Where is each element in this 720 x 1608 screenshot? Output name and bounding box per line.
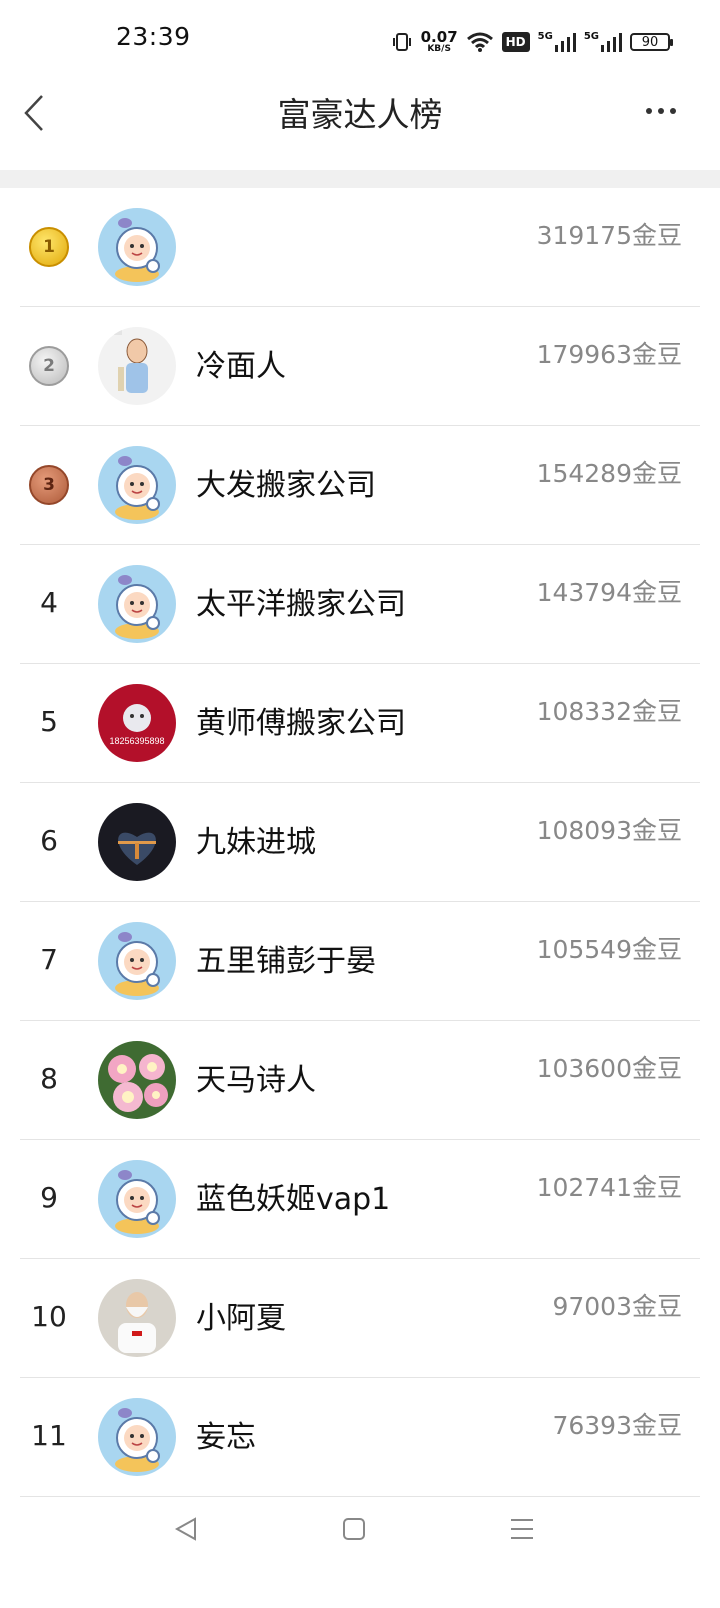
gold-bean-score: 154289金豆 <box>536 459 682 488</box>
rank-number: 7 <box>40 943 58 976</box>
gold-bean-score: 179963金豆 <box>536 340 682 369</box>
menu-lines-icon <box>511 1519 533 1539</box>
battery-level: 90 <box>641 34 659 50</box>
rank-number: 8 <box>40 1062 58 1095</box>
user-name: 黄师傅搬家公司 <box>196 706 406 741</box>
signal-label: 5G <box>537 31 553 42</box>
leaderboard-row[interactable]: 6 九妹进城 108093金豆 <box>0 783 720 902</box>
user-name: 妄忘 <box>196 1420 256 1455</box>
gold-bean-score: 319175金豆 <box>536 221 682 250</box>
avatar[interactable] <box>98 446 176 524</box>
nav-home-button[interactable] <box>331 1506 377 1552</box>
status-time: 23:39 <box>116 22 191 51</box>
gold-bean-score: 76393金豆 <box>552 1411 682 1440</box>
rank-number: 10 <box>31 1300 67 1333</box>
rank-number: 4 <box>40 586 58 619</box>
user-name: 冷面人 <box>196 349 286 384</box>
net-speed: 0.07 KB/S <box>421 30 458 54</box>
avatar[interactable] <box>98 1398 176 1476</box>
more-dots-icon <box>646 108 652 114</box>
nav-back-button[interactable] <box>163 1506 209 1552</box>
header-bar: 富豪达人榜 <box>0 80 720 170</box>
svg-text:18256395898: 18256395898 <box>109 736 164 746</box>
leaderboard-row[interactable]: 3 大发搬家公司 154289金豆 <box>0 426 720 545</box>
more-dots-icon <box>670 108 676 114</box>
signal-icon: 5G <box>584 31 622 53</box>
rank-number: 9 <box>40 1181 58 1214</box>
avatar[interactable] <box>98 922 176 1000</box>
status-icons: 0.07 KB/S HD 5G 5G 90 <box>391 24 673 60</box>
leaderboard-list: 1 319175金豆 2 冷面人 179963金豆 3 大发搬家公司 154289金豆 4 太平洋… <box>0 188 720 1497</box>
net-speed-unit: KB/S <box>427 44 451 54</box>
user-name: 五里铺彭于晏 <box>196 944 376 979</box>
avatar[interactable] <box>98 1041 176 1119</box>
gold-bean-score: 103600金豆 <box>536 1054 682 1083</box>
avatar[interactable] <box>98 1279 176 1357</box>
more-dots-icon <box>658 108 664 114</box>
back-triangle-icon <box>174 1517 196 1541</box>
leaderboard-row[interactable]: 5 18256395898 黄师傅搬家公司 108332金豆 <box>0 664 720 783</box>
user-name: 小阿夏 <box>196 1301 286 1336</box>
gold-bean-score: 102741金豆 <box>536 1173 682 1202</box>
leaderboard-row[interactable]: 2 冷面人 179963金豆 <box>0 307 720 426</box>
avatar[interactable] <box>98 803 176 881</box>
leaderboard-row[interactable]: 8 天马诗人 103600金豆 <box>0 1021 720 1140</box>
gold-bean-score: 108093金豆 <box>536 816 682 845</box>
status-bar: 23:39 0.07 KB/S HD 5G 5G 90 <box>0 0 720 80</box>
avatar[interactable] <box>98 208 176 286</box>
system-nav-bar <box>0 1488 720 1568</box>
user-name: 太平洋搬家公司 <box>196 587 406 622</box>
hd-badge: HD <box>501 32 530 52</box>
leaderboard-row[interactable]: 10 小阿夏 97003金豆 <box>0 1259 720 1378</box>
gold-bean-score: 108332金豆 <box>536 697 682 726</box>
user-name: 天马诗人 <box>196 1063 316 1098</box>
gold-bean-score: 97003金豆 <box>552 1292 682 1321</box>
wifi-icon <box>466 31 494 53</box>
gold-bean-score: 143794金豆 <box>536 578 682 607</box>
bronze-medal-icon: 3 <box>29 465 69 505</box>
gold-bean-score: 105549金豆 <box>536 935 682 964</box>
battery-icon: 90 <box>630 33 673 51</box>
leaderboard-row[interactable]: 9 蓝色妖姬vap1 102741金豆 <box>0 1140 720 1259</box>
avatar[interactable]: 18256395898 <box>98 684 176 762</box>
leaderboard-row[interactable]: 4 太平洋搬家公司 143794金豆 <box>0 545 720 664</box>
silver-medal-icon: 2 <box>29 346 69 386</box>
user-name: 九妹进城 <box>196 825 316 860</box>
rank-number: 5 <box>40 705 58 738</box>
user-name: 大发搬家公司 <box>196 468 376 503</box>
signal-icon: 5G <box>538 31 576 53</box>
user-name: 蓝色妖姬vap1 <box>196 1182 391 1217</box>
nav-menu-button[interactable] <box>499 1506 545 1552</box>
signal-label: 5G <box>583 31 599 42</box>
rank-number: 6 <box>40 824 58 857</box>
leaderboard-row[interactable]: 11 妄忘 76393金豆 <box>0 1378 720 1497</box>
avatar[interactable] <box>98 565 176 643</box>
home-square-icon <box>343 1518 365 1540</box>
avatar[interactable] <box>98 327 176 405</box>
page-title: 富豪达人榜 <box>277 95 443 134</box>
net-speed-value: 0.07 <box>420 28 458 46</box>
vibrate-icon <box>391 31 413 53</box>
separator-band <box>0 170 720 188</box>
leaderboard-row[interactable]: 7 五里铺彭于晏 105549金豆 <box>0 902 720 1021</box>
more-button[interactable] <box>646 108 676 114</box>
leaderboard-row[interactable]: 1 319175金豆 <box>0 188 720 307</box>
rank-number: 11 <box>31 1419 67 1452</box>
gold-medal-icon: 1 <box>29 227 69 267</box>
avatar[interactable] <box>98 1160 176 1238</box>
